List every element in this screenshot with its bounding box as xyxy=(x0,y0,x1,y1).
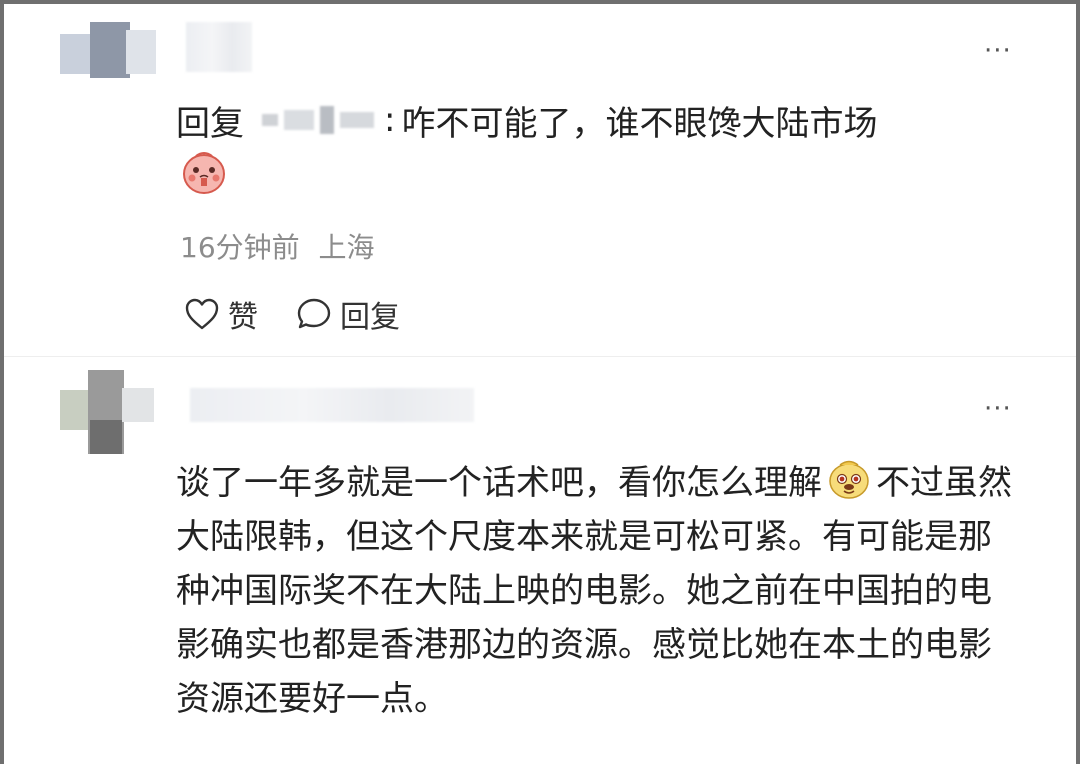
dog-face-emoji-icon xyxy=(829,460,869,499)
like-button[interactable]: 赞 xyxy=(184,292,258,336)
reply-label: 回复 xyxy=(340,300,400,335)
reply-button[interactable]: 回复 xyxy=(296,292,400,336)
like-label: 赞 xyxy=(228,300,258,335)
comment-bubble-icon xyxy=(297,298,331,329)
comment-actions: 赞 回复 xyxy=(184,292,400,336)
comment-text-part1: 谈了一年多就是一个话术吧，看你怎么理解 xyxy=(176,463,822,503)
comment-time: 16分钟前 xyxy=(180,231,300,264)
username-redacted[interactable] xyxy=(186,22,252,72)
more-options-icon[interactable]: ··· xyxy=(984,396,1012,422)
reply-text: 咋不可能了，谁不眼馋大陆市场 xyxy=(401,103,878,144)
comment-location: 上海 xyxy=(318,231,375,264)
reply-separator: : xyxy=(384,100,396,140)
comment-text: 谈了一年多就是一个话术吧，看你怎么理解 不过虽然大陆限韩，但这个尺度本来就是可松… xyxy=(176,456,1022,726)
reply-prefix: 回复 xyxy=(176,103,244,144)
mention-redacted[interactable] xyxy=(262,106,374,134)
reply-content: 回复 : 咋不可能了，谁不眼馋大陆市场 xyxy=(176,96,877,144)
username-redacted[interactable] xyxy=(190,388,474,422)
screenshot-frame: ··· 回复 : 咋不可能了，谁不眼馋大陆市场 16分钟前 上海 赞 回复 ··… xyxy=(4,4,1076,764)
face-emoji-icon xyxy=(183,152,225,194)
avatar[interactable] xyxy=(60,22,160,82)
avatar[interactable] xyxy=(60,370,156,456)
comment-divider xyxy=(4,356,1076,357)
comment-meta: 16分钟前 上海 xyxy=(180,226,375,266)
more-options-icon[interactable]: ··· xyxy=(984,38,1012,64)
heart-icon xyxy=(185,298,219,330)
